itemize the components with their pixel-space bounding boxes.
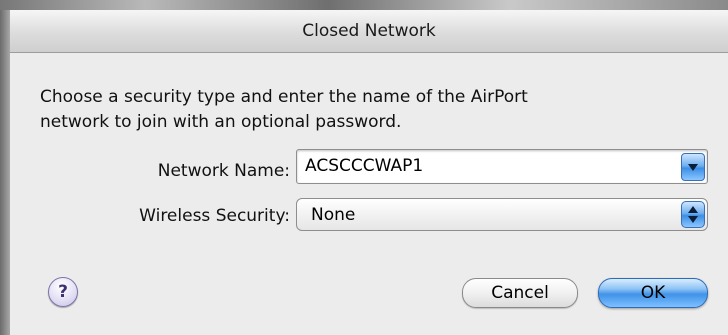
wireless-security-label: Wireless Security: — [139, 206, 290, 226]
wireless-security-popup[interactable]: None — [296, 198, 708, 231]
window-edge — [0, 10, 10, 335]
ok-button[interactable]: OK — [598, 278, 708, 308]
dialog-window: Closed Network Choose a security type an… — [0, 0, 728, 335]
network-name-label: Network Name: — [157, 161, 290, 181]
dialog-title: Closed Network — [302, 21, 436, 41]
description-line-1: Choose a security type and enter the nam… — [40, 87, 528, 107]
network-name-combobox[interactable]: ACSCCCWAP1 — [296, 149, 708, 184]
description-line-2: network to join with an optional passwor… — [40, 112, 402, 132]
help-button[interactable]: ? — [48, 277, 78, 307]
dialog-content: Choose a security type and enter the nam… — [10, 53, 728, 335]
network-name-value[interactable]: ACSCCCWAP1 — [305, 156, 423, 176]
popup-arrows[interactable] — [681, 201, 705, 228]
combo-dropdown-button[interactable] — [681, 153, 705, 181]
cancel-button[interactable]: Cancel — [462, 278, 578, 308]
dialog-description: Choose a security type and enter the nam… — [40, 85, 680, 135]
title-bar: Closed Network — [10, 10, 728, 53]
wireless-security-value: None — [311, 205, 356, 225]
